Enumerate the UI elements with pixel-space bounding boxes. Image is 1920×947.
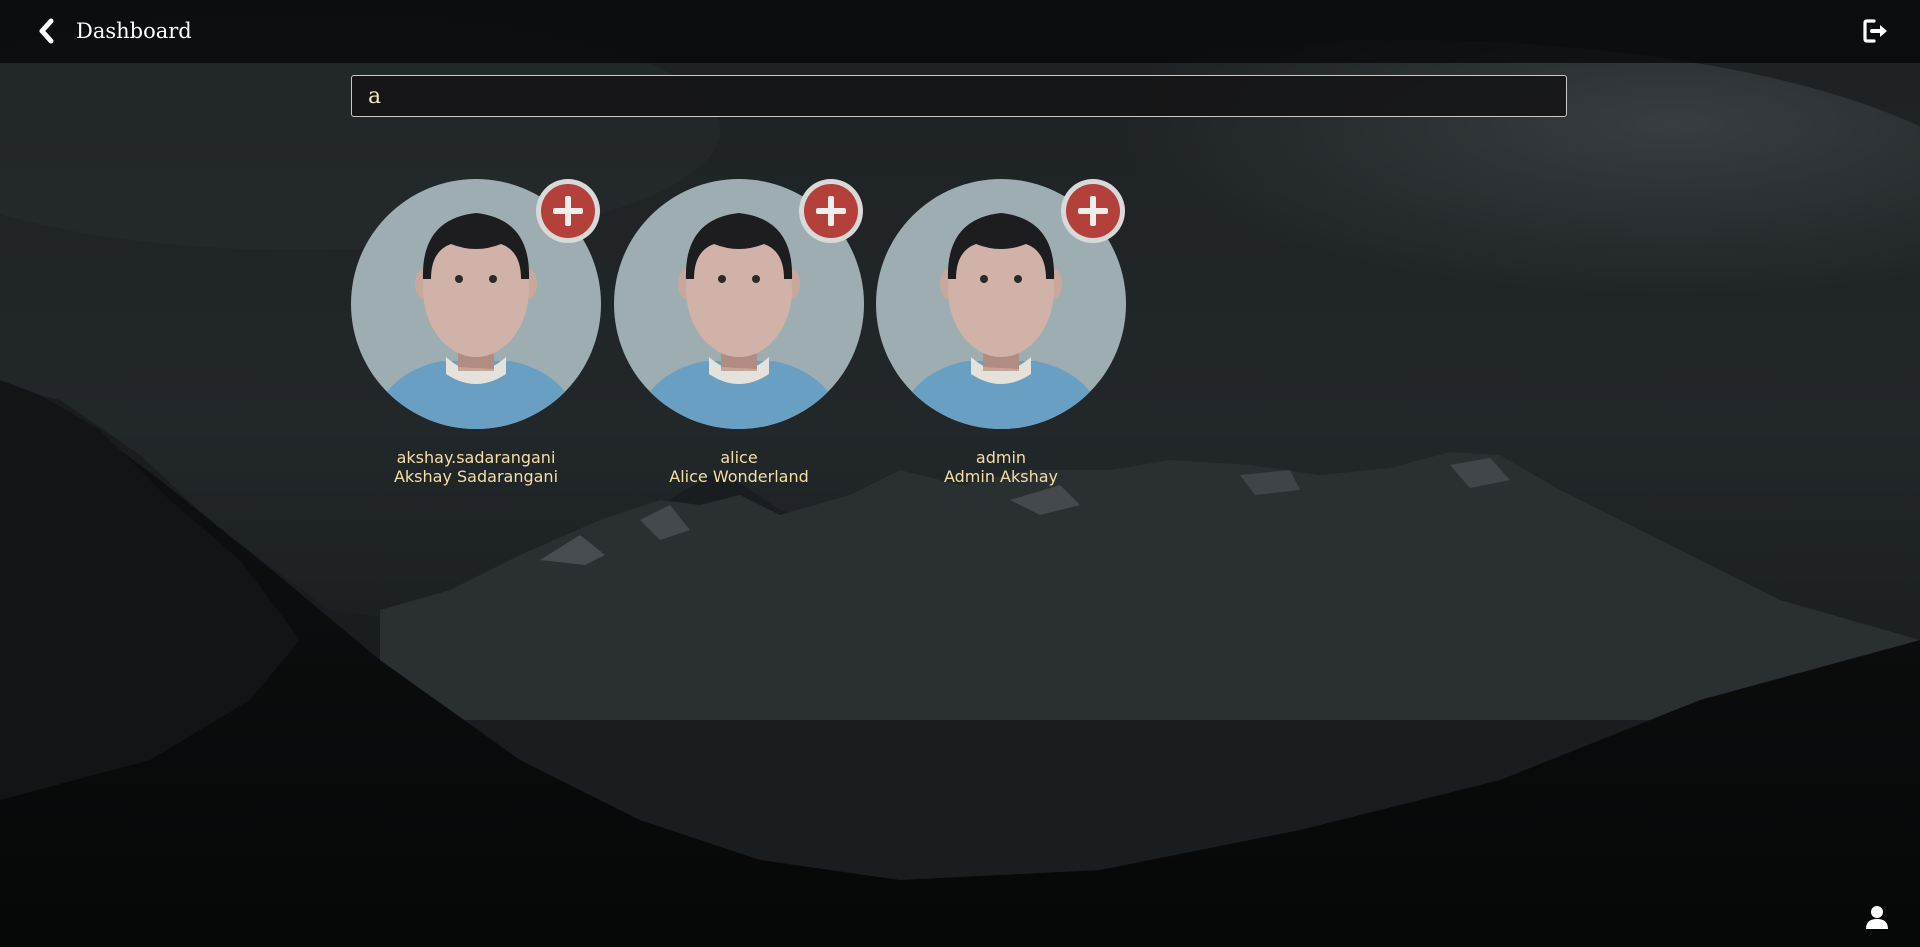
logout-button[interactable] (1862, 17, 1890, 45)
full-name: Admin Akshay (943, 467, 1059, 486)
user-card[interactable]: admin Admin Akshay (876, 179, 1126, 489)
search-input[interactable] (351, 75, 1567, 117)
sign-out-icon (1863, 19, 1887, 43)
plus-icon (536, 179, 600, 243)
user-card-text: alice Alice Wonderland (594, 448, 884, 486)
top-bar: Dashboard (0, 0, 1920, 63)
user-card-text: admin Admin Akshay (856, 448, 1146, 486)
username: akshay.sadarangani (396, 448, 556, 467)
page-title: Dashboard (76, 19, 192, 43)
plus-icon (1061, 179, 1125, 243)
add-user-button[interactable] (798, 178, 864, 244)
add-user-button[interactable] (1060, 178, 1126, 244)
user-card-text: akshay.sadarangani Akshay Sadarangani (331, 448, 621, 486)
username: alice (720, 448, 758, 467)
full-name: Akshay Sadarangani (393, 467, 559, 486)
user-card[interactable]: alice Alice Wonderland (614, 179, 864, 489)
chevron-left-icon (39, 18, 54, 44)
plus-icon (799, 179, 863, 243)
user-icon (1866, 906, 1888, 929)
username: admin (975, 448, 1027, 467)
back-button[interactable] (34, 16, 60, 46)
add-user-button[interactable] (535, 178, 601, 244)
full-name: Alice Wonderland (669, 467, 809, 486)
profile-button[interactable] (1864, 904, 1890, 930)
user-card[interactable]: akshay.sadarangani Akshay Sadarangani (351, 179, 601, 489)
